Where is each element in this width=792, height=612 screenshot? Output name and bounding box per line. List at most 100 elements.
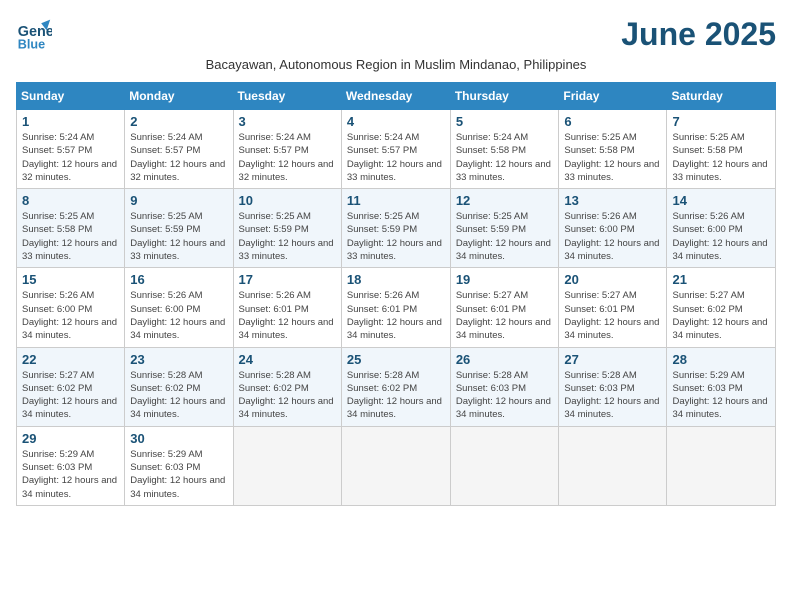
table-row: 16 Sunrise: 5:26 AMSunset: 6:00 PMDaylig…	[125, 268, 233, 347]
day-info: Sunrise: 5:25 AMSunset: 5:58 PMDaylight:…	[672, 131, 770, 184]
table-row: 25 Sunrise: 5:28 AMSunset: 6:02 PMDaylig…	[341, 347, 450, 426]
table-row: 28 Sunrise: 5:29 AMSunset: 6:03 PMDaylig…	[667, 347, 776, 426]
table-row: 13 Sunrise: 5:26 AMSunset: 6:00 PMDaylig…	[559, 189, 667, 268]
day-info: Sunrise: 5:29 AMSunset: 6:03 PMDaylight:…	[672, 369, 770, 422]
day-info: Sunrise: 5:27 AMSunset: 6:01 PMDaylight:…	[456, 289, 554, 342]
day-info: Sunrise: 5:27 AMSunset: 6:02 PMDaylight:…	[672, 289, 770, 342]
table-row: 10 Sunrise: 5:25 AMSunset: 5:59 PMDaylig…	[233, 189, 341, 268]
month-title: June 2025	[621, 16, 776, 53]
calendar-week-row: 22 Sunrise: 5:27 AMSunset: 6:02 PMDaylig…	[17, 347, 776, 426]
day-info: Sunrise: 5:25 AMSunset: 5:59 PMDaylight:…	[456, 210, 554, 263]
day-number: 2	[130, 114, 227, 129]
logo-icon: General Blue	[16, 16, 52, 52]
table-row: 5 Sunrise: 5:24 AMSunset: 5:58 PMDayligh…	[450, 110, 559, 189]
table-row: 26 Sunrise: 5:28 AMSunset: 6:03 PMDaylig…	[450, 347, 559, 426]
day-info: Sunrise: 5:24 AMSunset: 5:58 PMDaylight:…	[456, 131, 554, 184]
day-info: Sunrise: 5:26 AMSunset: 6:00 PMDaylight:…	[672, 210, 770, 263]
day-number: 22	[22, 352, 119, 367]
day-number: 12	[456, 193, 554, 208]
day-number: 19	[456, 272, 554, 287]
day-number: 13	[564, 193, 661, 208]
day-number: 18	[347, 272, 445, 287]
day-number: 28	[672, 352, 770, 367]
day-info: Sunrise: 5:29 AMSunset: 6:03 PMDaylight:…	[130, 448, 227, 501]
logo: General Blue	[16, 16, 52, 52]
table-row: 18 Sunrise: 5:26 AMSunset: 6:01 PMDaylig…	[341, 268, 450, 347]
day-info: Sunrise: 5:25 AMSunset: 5:58 PMDaylight:…	[22, 210, 119, 263]
table-row: 14 Sunrise: 5:26 AMSunset: 6:00 PMDaylig…	[667, 189, 776, 268]
calendar-week-row: 29 Sunrise: 5:29 AMSunset: 6:03 PMDaylig…	[17, 426, 776, 505]
table-row: 4 Sunrise: 5:24 AMSunset: 5:57 PMDayligh…	[341, 110, 450, 189]
day-info: Sunrise: 5:27 AMSunset: 6:01 PMDaylight:…	[564, 289, 661, 342]
day-number: 1	[22, 114, 119, 129]
day-number: 27	[564, 352, 661, 367]
day-number: 16	[130, 272, 227, 287]
day-number: 25	[347, 352, 445, 367]
table-row: 19 Sunrise: 5:27 AMSunset: 6:01 PMDaylig…	[450, 268, 559, 347]
day-info: Sunrise: 5:24 AMSunset: 5:57 PMDaylight:…	[347, 131, 445, 184]
table-row	[667, 426, 776, 505]
header-monday: Monday	[125, 83, 233, 110]
table-row: 1 Sunrise: 5:24 AMSunset: 5:57 PMDayligh…	[17, 110, 125, 189]
day-number: 14	[672, 193, 770, 208]
day-number: 29	[22, 431, 119, 446]
day-info: Sunrise: 5:27 AMSunset: 6:02 PMDaylight:…	[22, 369, 119, 422]
table-row: 12 Sunrise: 5:25 AMSunset: 5:59 PMDaylig…	[450, 189, 559, 268]
day-info: Sunrise: 5:25 AMSunset: 5:59 PMDaylight:…	[130, 210, 227, 263]
table-row	[341, 426, 450, 505]
calendar: Sunday Monday Tuesday Wednesday Thursday…	[16, 82, 776, 506]
table-row: 30 Sunrise: 5:29 AMSunset: 6:03 PMDaylig…	[125, 426, 233, 505]
table-row: 6 Sunrise: 5:25 AMSunset: 5:58 PMDayligh…	[559, 110, 667, 189]
day-number: 17	[239, 272, 336, 287]
table-row: 15 Sunrise: 5:26 AMSunset: 6:00 PMDaylig…	[17, 268, 125, 347]
day-number: 24	[239, 352, 336, 367]
day-info: Sunrise: 5:28 AMSunset: 6:03 PMDaylight:…	[456, 369, 554, 422]
table-row: 7 Sunrise: 5:25 AMSunset: 5:58 PMDayligh…	[667, 110, 776, 189]
day-number: 26	[456, 352, 554, 367]
header-thursday: Thursday	[450, 83, 559, 110]
calendar-week-row: 8 Sunrise: 5:25 AMSunset: 5:58 PMDayligh…	[17, 189, 776, 268]
day-info: Sunrise: 5:28 AMSunset: 6:02 PMDaylight:…	[130, 369, 227, 422]
calendar-week-row: 15 Sunrise: 5:26 AMSunset: 6:00 PMDaylig…	[17, 268, 776, 347]
table-row	[233, 426, 341, 505]
day-info: Sunrise: 5:28 AMSunset: 6:03 PMDaylight:…	[564, 369, 661, 422]
day-info: Sunrise: 5:25 AMSunset: 5:59 PMDaylight:…	[239, 210, 336, 263]
day-info: Sunrise: 5:24 AMSunset: 5:57 PMDaylight:…	[22, 131, 119, 184]
day-info: Sunrise: 5:26 AMSunset: 6:01 PMDaylight:…	[347, 289, 445, 342]
table-row: 2 Sunrise: 5:24 AMSunset: 5:57 PMDayligh…	[125, 110, 233, 189]
table-row	[450, 426, 559, 505]
day-number: 30	[130, 431, 227, 446]
header-tuesday: Tuesday	[233, 83, 341, 110]
day-number: 3	[239, 114, 336, 129]
day-number: 20	[564, 272, 661, 287]
header-wednesday: Wednesday	[341, 83, 450, 110]
day-number: 21	[672, 272, 770, 287]
day-info: Sunrise: 5:26 AMSunset: 6:00 PMDaylight:…	[130, 289, 227, 342]
header-sunday: Sunday	[17, 83, 125, 110]
day-info: Sunrise: 5:26 AMSunset: 6:00 PMDaylight:…	[22, 289, 119, 342]
table-row: 22 Sunrise: 5:27 AMSunset: 6:02 PMDaylig…	[17, 347, 125, 426]
table-row: 9 Sunrise: 5:25 AMSunset: 5:59 PMDayligh…	[125, 189, 233, 268]
calendar-week-row: 1 Sunrise: 5:24 AMSunset: 5:57 PMDayligh…	[17, 110, 776, 189]
day-info: Sunrise: 5:26 AMSunset: 6:01 PMDaylight:…	[239, 289, 336, 342]
header: General Blue June 2025	[16, 16, 776, 53]
day-number: 10	[239, 193, 336, 208]
day-number: 5	[456, 114, 554, 129]
day-info: Sunrise: 5:26 AMSunset: 6:00 PMDaylight:…	[564, 210, 661, 263]
day-number: 15	[22, 272, 119, 287]
day-number: 23	[130, 352, 227, 367]
table-row: 29 Sunrise: 5:29 AMSunset: 6:03 PMDaylig…	[17, 426, 125, 505]
day-info: Sunrise: 5:24 AMSunset: 5:57 PMDaylight:…	[239, 131, 336, 184]
subtitle: Bacayawan, Autonomous Region in Muslim M…	[16, 57, 776, 72]
day-info: Sunrise: 5:25 AMSunset: 5:59 PMDaylight:…	[347, 210, 445, 263]
day-info: Sunrise: 5:25 AMSunset: 5:58 PMDaylight:…	[564, 131, 661, 184]
table-row: 3 Sunrise: 5:24 AMSunset: 5:57 PMDayligh…	[233, 110, 341, 189]
day-number: 6	[564, 114, 661, 129]
table-row: 24 Sunrise: 5:28 AMSunset: 6:02 PMDaylig…	[233, 347, 341, 426]
header-friday: Friday	[559, 83, 667, 110]
table-row: 20 Sunrise: 5:27 AMSunset: 6:01 PMDaylig…	[559, 268, 667, 347]
table-row: 11 Sunrise: 5:25 AMSunset: 5:59 PMDaylig…	[341, 189, 450, 268]
day-number: 4	[347, 114, 445, 129]
day-number: 9	[130, 193, 227, 208]
day-number: 11	[347, 193, 445, 208]
